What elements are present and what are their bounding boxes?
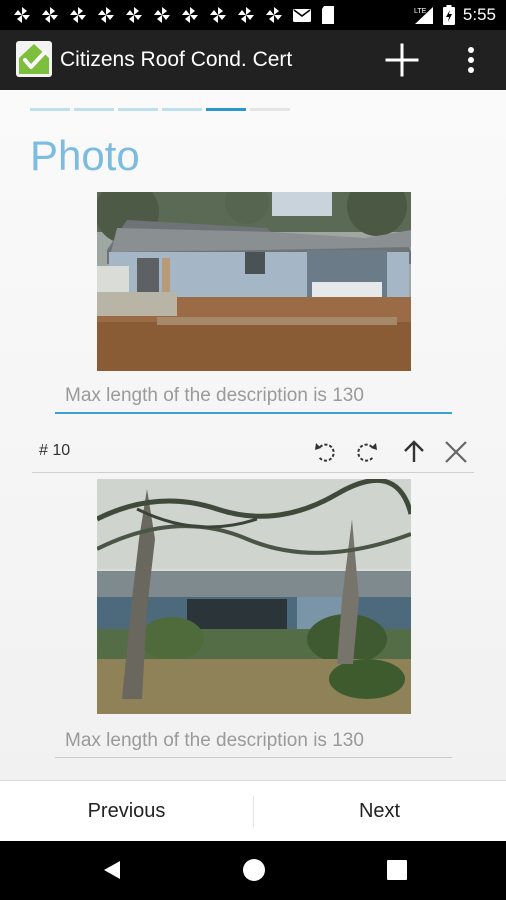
house-photo-front[interactable] (97, 192, 411, 371)
pinwheel-icon (126, 7, 142, 23)
app-bar: Citizens Roof Cond. Cert (0, 30, 506, 90)
network-type-label: LTE (414, 8, 427, 15)
wizard-step (250, 108, 290, 111)
pinwheel-icon (182, 7, 198, 23)
next-button[interactable]: Next (253, 781, 506, 842)
pinwheel-icon (42, 7, 58, 23)
pinwheel-icon (238, 7, 254, 23)
pinwheel-icon (154, 7, 170, 23)
mail-icon (293, 9, 311, 22)
pinwheel-icon (266, 7, 282, 23)
wizard-navigation: Previous Next (0, 780, 506, 842)
home-icon[interactable] (242, 858, 266, 882)
move-up-icon[interactable] (400, 438, 428, 466)
rotate-left-icon[interactable] (312, 438, 340, 466)
notification-icons (12, 5, 336, 25)
status-bar: LTE 5:55 (0, 0, 506, 30)
pinwheel-icon (14, 7, 30, 23)
wizard-step-current (206, 108, 246, 111)
clock: 5:55 (462, 5, 496, 24)
more-vertical-icon[interactable] (458, 41, 484, 79)
photo-description-input[interactable] (55, 724, 452, 758)
previous-button[interactable]: Previous (0, 781, 253, 842)
wizard-step (118, 108, 158, 111)
pinwheel-icon (210, 7, 226, 23)
photo-number: # 10 (39, 442, 71, 459)
recents-icon[interactable] (385, 858, 409, 882)
page-title: Photo (30, 132, 140, 179)
add-icon[interactable] (383, 41, 421, 79)
delete-icon[interactable] (442, 438, 470, 466)
wizard-step (30, 108, 70, 111)
battery-charging-icon (442, 5, 455, 25)
cell-signal-icon: LTE (414, 7, 433, 24)
photo-step-content: Photo # 10 (0, 90, 506, 780)
pinwheel-icon (70, 7, 86, 23)
sd-card-icon (322, 6, 334, 24)
wizard-step (162, 108, 202, 111)
system-navigation-bar (0, 841, 506, 900)
photo-toolbar: # 10 (32, 430, 474, 473)
back-icon[interactable] (100, 858, 124, 882)
wizard-step (74, 108, 114, 111)
photo-description-input[interactable] (55, 380, 452, 414)
house-check-logo (16, 41, 52, 77)
app-title: Citizens Roof Cond. Cert (60, 48, 293, 71)
pinwheel-icon (98, 7, 114, 23)
house-photo-yard[interactable] (97, 479, 411, 714)
rotate-right-icon[interactable] (352, 438, 380, 466)
